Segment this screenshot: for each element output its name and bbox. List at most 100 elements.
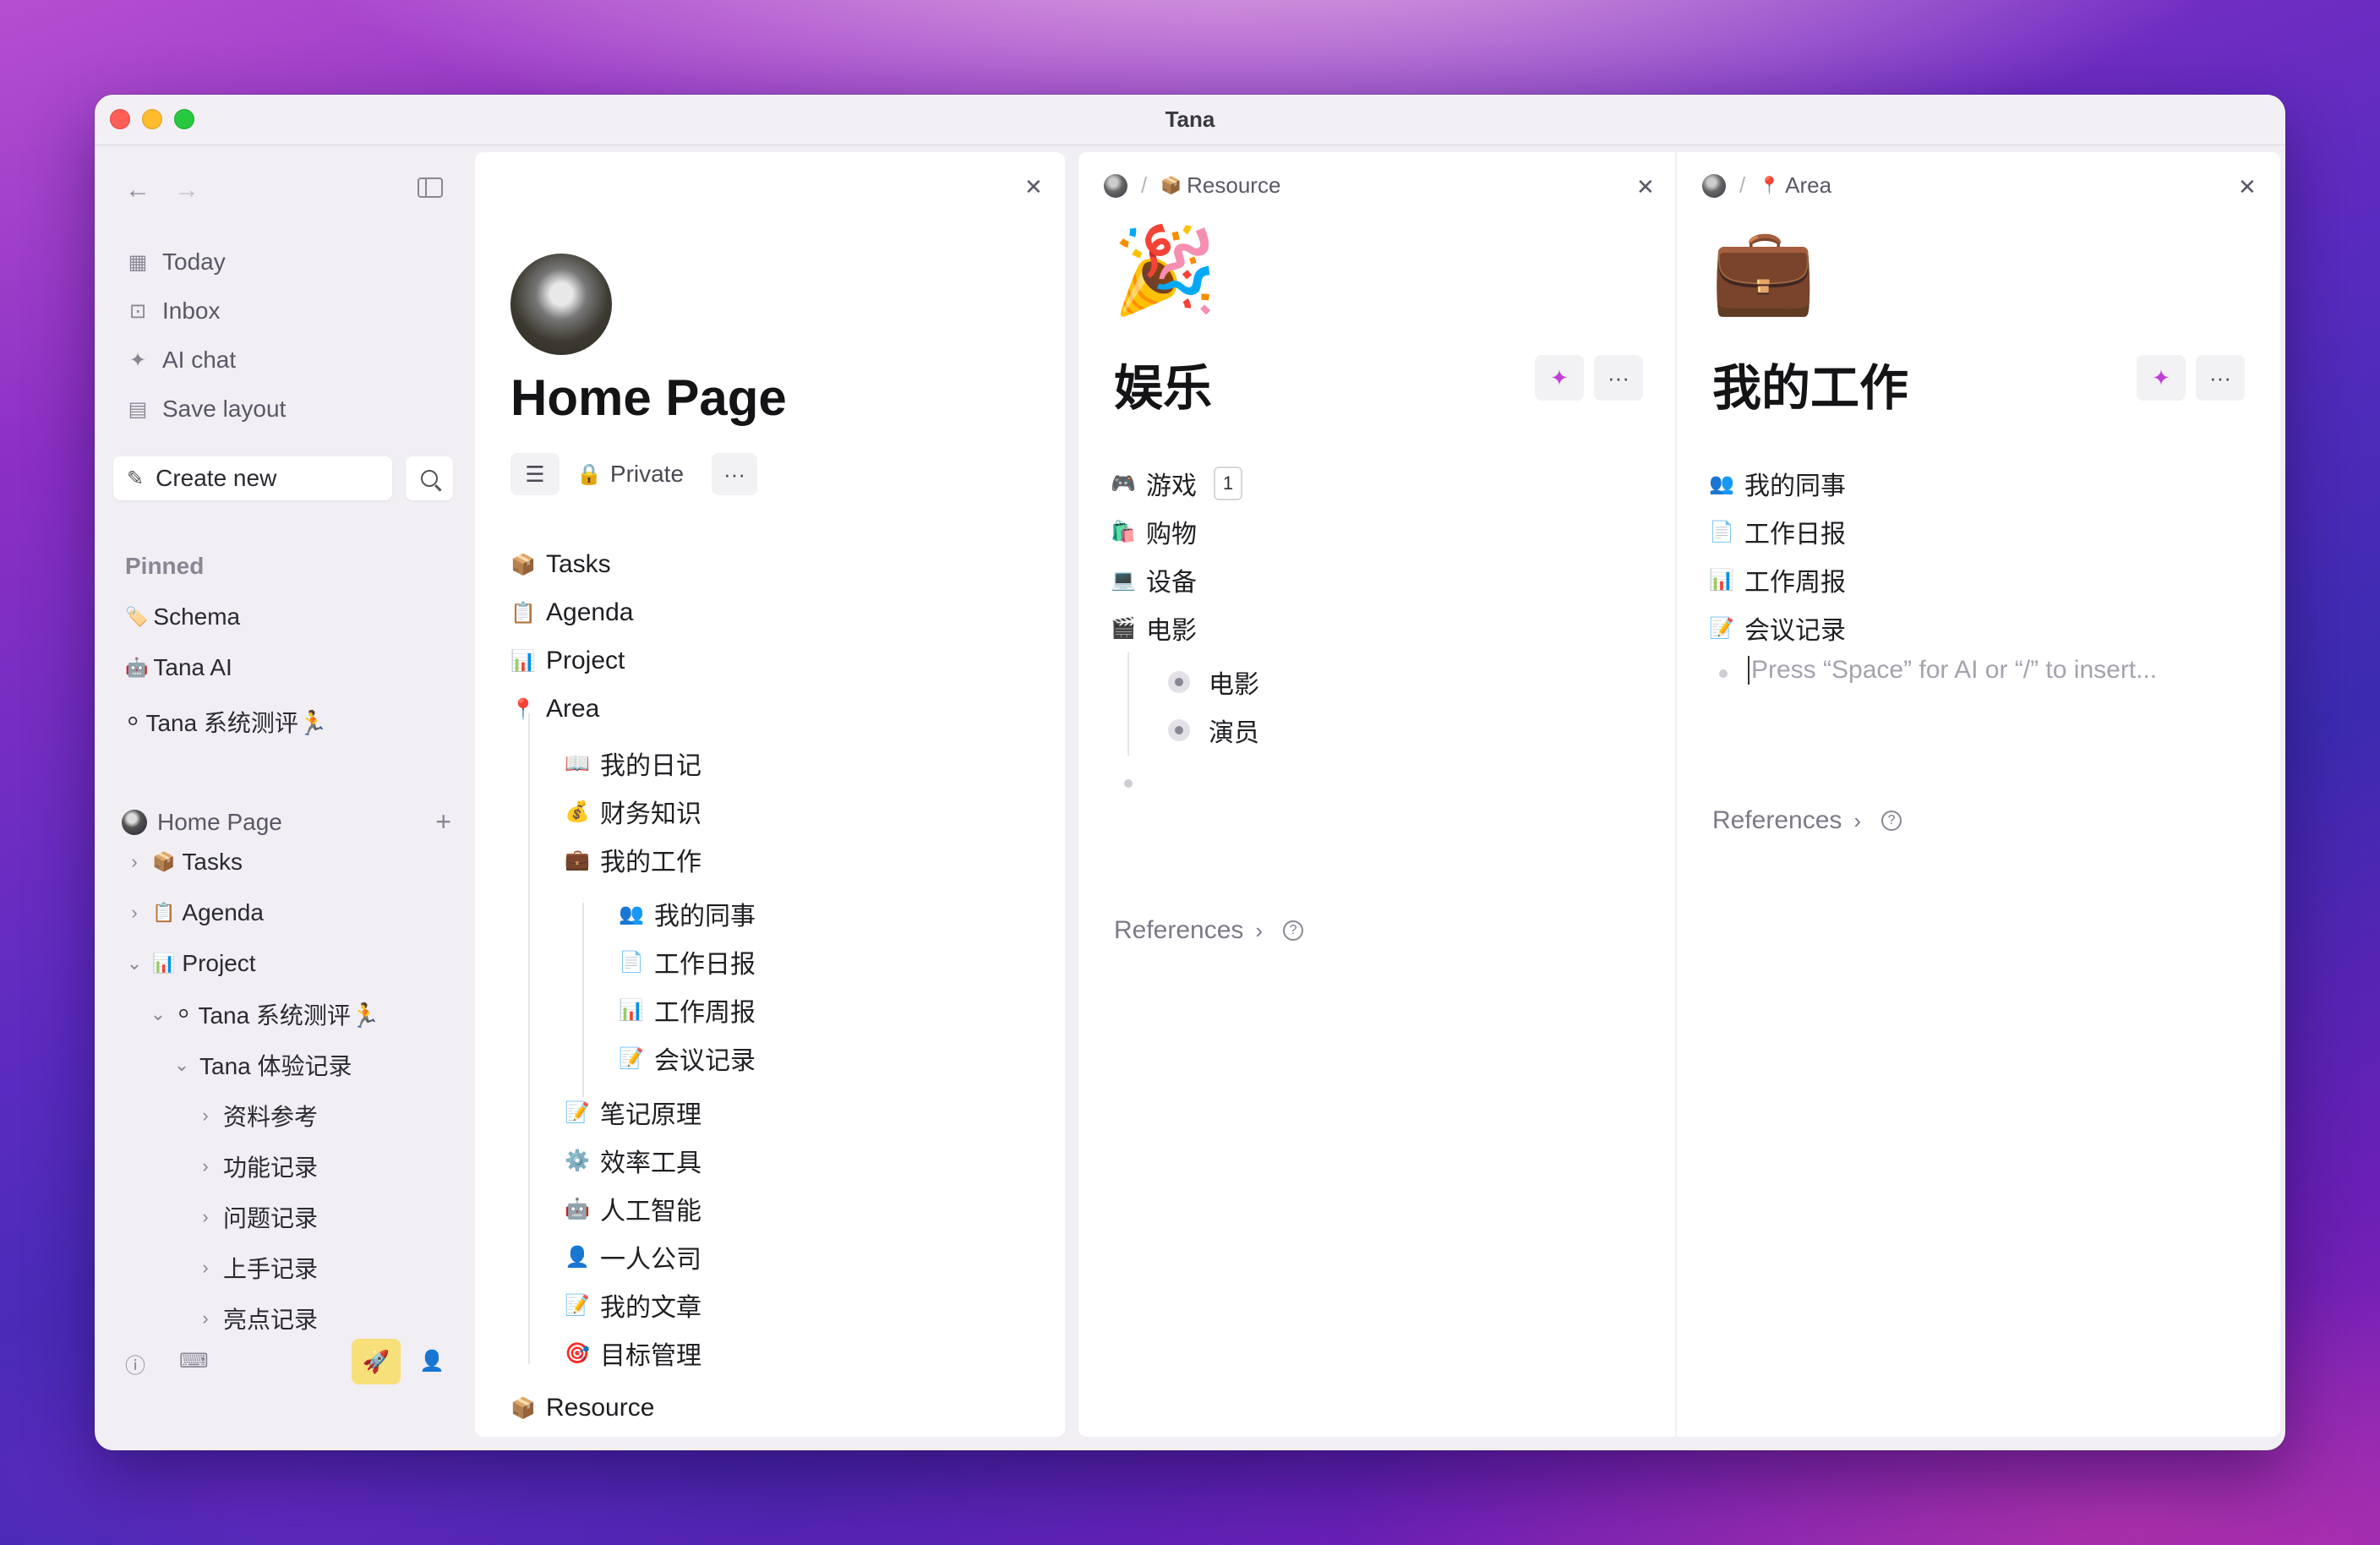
tree-item-tana-experience[interactable]: ⌄ Tana 体验记录 xyxy=(171,1048,352,1082)
search-button[interactable] xyxy=(406,456,453,500)
tree-item-agenda[interactable]: › 📋 Agenda xyxy=(123,896,264,930)
pinned-item-tana-review[interactable]: ⚪ Tana 系统测评🏃 xyxy=(125,705,328,739)
back-arrow-icon[interactable]: ← xyxy=(125,176,150,205)
create-new-button[interactable]: ✎ Create new xyxy=(113,456,392,500)
more-options-button[interactable]: ··· xyxy=(712,453,757,495)
outline-item-solo-company[interactable]: 👤 一人公司 xyxy=(561,1238,701,1275)
outline-item-actors[interactable]: 演员 xyxy=(1168,712,1259,749)
references-toggle[interactable]: References › ? xyxy=(1114,916,1304,945)
rocket-icon[interactable]: 🚀 xyxy=(352,1339,401,1384)
outline-item-my-articles[interactable]: 📝 我的文章 xyxy=(561,1286,701,1324)
workspace-icon[interactable] xyxy=(1702,173,1726,198)
chevron-down-icon[interactable]: ⌄ xyxy=(147,1003,169,1025)
outline-item-label: 工作周报 xyxy=(1744,569,1846,597)
page-title: 娱乐 xyxy=(1114,361,1213,416)
outline-item-movies[interactable]: 🎬 电影 xyxy=(1107,609,1197,647)
edit-icon: ✎ xyxy=(127,467,145,490)
chevron-down-icon[interactable]: ⌄ xyxy=(171,1054,193,1076)
sidebar-item-label: Save layout xyxy=(162,396,287,422)
outline-item-colleagues[interactable]: 👥 我的同事 xyxy=(615,895,756,932)
forward-arrow-icon[interactable]: → xyxy=(174,176,199,205)
settings-sliders-icon[interactable]: ☰ xyxy=(510,453,560,495)
keyboard-icon[interactable]: ⌨ xyxy=(179,1349,209,1373)
tree-item-project[interactable]: ⌄ 📊 Project xyxy=(123,947,256,980)
tree-item-references[interactable]: › 资料参考 xyxy=(194,1099,318,1133)
outline-item-area[interactable]: 📍 Area xyxy=(507,691,599,728)
sidebar-toggle-icon[interactable] xyxy=(418,177,443,198)
tree-item-onboarding[interactable]: › 上手记录 xyxy=(194,1251,318,1285)
close-panel-icon[interactable]: ✕ xyxy=(1636,174,1655,200)
outline-item-finance[interactable]: 💰 财务知识 xyxy=(561,793,701,830)
pinned-heading: Pinned xyxy=(125,553,205,579)
chevron-right-icon[interactable]: › xyxy=(194,1206,216,1228)
sidebar-item-label: Inbox xyxy=(162,298,221,324)
sidebar-item-inbox[interactable]: ⊡ Inbox xyxy=(125,294,221,328)
tree-item-tana-review[interactable]: ⌄ ⚪ Tana 系统测评🏃 xyxy=(147,997,380,1031)
pinned-item-tana-ai[interactable]: 🤖 Tana AI xyxy=(125,654,232,681)
chevron-down-icon[interactable]: ⌄ xyxy=(123,953,145,974)
robot-icon: 🤖 xyxy=(125,657,149,678)
ai-sparkle-button[interactable]: ✦ xyxy=(2137,355,2186,401)
help-icon[interactable]: ? xyxy=(1881,811,1902,831)
outline-item-meeting-notes[interactable]: 📝 会议记录 xyxy=(1706,609,1846,647)
outline-item-goals[interactable]: 🎯 目标管理 xyxy=(561,1335,701,1372)
add-icon[interactable]: + xyxy=(435,806,451,838)
outline-item-label: Tasks xyxy=(546,550,611,578)
empty-bullet-icon[interactable] xyxy=(1124,779,1133,788)
privacy-button[interactable]: 🔒 Private xyxy=(576,453,684,495)
chevron-right-icon[interactable]: › xyxy=(194,1257,216,1279)
pinned-item-schema[interactable]: 🏷️ Schema xyxy=(125,603,240,631)
outline-item-resource[interactable]: 📦 Resource xyxy=(507,1389,654,1427)
child-count-badge[interactable]: 1 xyxy=(1214,467,1242,500)
outline-item-weekly-report[interactable]: 📊 工作周报 xyxy=(615,991,756,1029)
outline-item-note-principles[interactable]: 📝 笔记原理 xyxy=(561,1094,701,1131)
outline-item-shopping[interactable]: 🛍️ 购物 xyxy=(1107,513,1197,550)
outline-item-label: Agenda xyxy=(546,598,634,626)
close-panel-icon[interactable]: ✕ xyxy=(2238,174,2257,200)
node-bullet-icon[interactable] xyxy=(1168,719,1190,741)
tree-item-features[interactable]: › 功能记录 xyxy=(194,1149,318,1183)
outline-item-games[interactable]: 🎮 游戏 1 xyxy=(1107,465,1242,502)
outline-item-film[interactable]: 电影 xyxy=(1168,663,1259,701)
close-panel-icon[interactable]: ✕ xyxy=(1024,174,1043,200)
avatar xyxy=(510,254,612,355)
tag-icon: 🏷️ xyxy=(125,606,149,627)
outline-item-daily-report[interactable]: 📄 工作日报 xyxy=(615,943,756,980)
tree-item-highlights[interactable]: › 亮点记录 xyxy=(194,1302,318,1335)
node-bullet-icon[interactable] xyxy=(1168,671,1190,693)
sidebar-item-save-layout[interactable]: ▤ Save layout xyxy=(125,392,287,426)
sidebar-item-ai-chat[interactable]: ✦ AI chat xyxy=(125,343,236,377)
help-icon[interactable]: ⓘ xyxy=(125,1349,145,1378)
outline-item-meeting-notes[interactable]: 📝 会议记录 xyxy=(615,1040,756,1077)
chevron-right-icon[interactable]: › xyxy=(123,902,145,924)
home-page-section[interactable]: Home Page + xyxy=(122,806,460,838)
outline-item-daily-report[interactable]: 📄 工作日报 xyxy=(1706,513,1846,550)
outline-item-agenda[interactable]: 📋 Agenda xyxy=(507,594,633,631)
new-node-input[interactable]: Press “Space” for AI or “/” to insert... xyxy=(1748,656,2157,685)
chevron-right-icon[interactable]: › xyxy=(194,1105,216,1127)
chevron-right-icon[interactable]: › xyxy=(123,851,145,873)
outline-item-productivity[interactable]: ⚙️ 效率工具 xyxy=(561,1142,701,1179)
outline-item-weekly-report[interactable]: 📊 工作周报 xyxy=(1706,561,1846,598)
more-options-button[interactable]: ··· xyxy=(2196,355,2245,401)
tree-item-issues[interactable]: › 问题记录 xyxy=(194,1200,318,1234)
ai-sparkle-button[interactable]: ✦ xyxy=(1535,355,1584,401)
user-icon[interactable]: 👤 xyxy=(419,1349,445,1373)
chevron-right-icon[interactable]: › xyxy=(194,1308,216,1329)
sidebar-item-today[interactable]: ▦ Today xyxy=(125,245,226,279)
outline-item-devices[interactable]: 💻 设备 xyxy=(1107,561,1197,598)
tree-item-tasks[interactable]: › 📦 Tasks xyxy=(123,845,243,879)
workspace-icon[interactable] xyxy=(1104,173,1127,198)
help-icon[interactable]: ? xyxy=(1283,920,1304,941)
references-toggle[interactable]: References › ? xyxy=(1712,806,1902,835)
breadcrumb-link[interactable]: Resource xyxy=(1187,172,1280,199)
outline-item-colleagues[interactable]: 👥 我的同事 xyxy=(1706,465,1846,502)
breadcrumb-link[interactable]: Area xyxy=(1785,172,1831,199)
outline-item-ai[interactable]: 🤖 人工智能 xyxy=(561,1190,701,1227)
outline-item-project[interactable]: 📊 Project xyxy=(507,642,625,680)
outline-item-tasks[interactable]: 📦 Tasks xyxy=(507,546,611,583)
chevron-right-icon[interactable]: › xyxy=(194,1155,216,1177)
outline-item-my-work[interactable]: 💼 我的工作 xyxy=(561,841,701,878)
outline-item-diary[interactable]: 📖 我的日记 xyxy=(561,745,701,782)
more-options-button[interactable]: ··· xyxy=(1594,355,1643,401)
